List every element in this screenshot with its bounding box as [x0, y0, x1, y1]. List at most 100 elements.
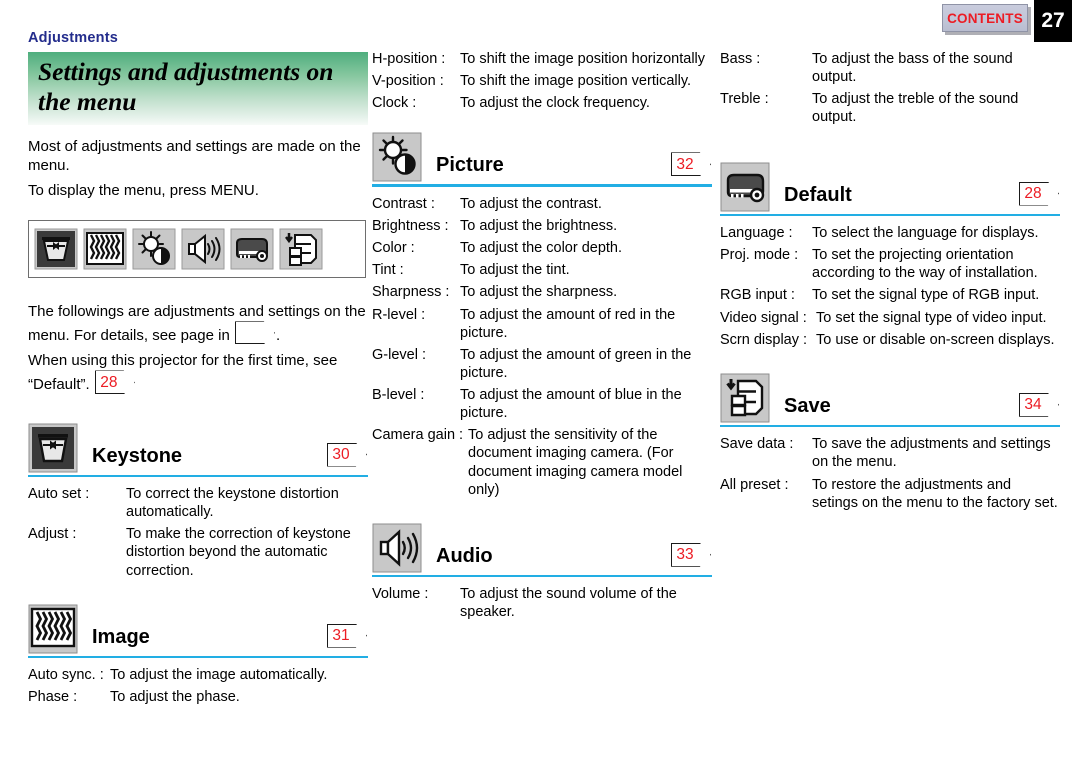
description: To adjust the image automatically. [110, 667, 328, 684]
section-title: Default [784, 183, 852, 206]
term: Color : [372, 240, 415, 257]
section-page-ref[interactable]: 28 [1018, 181, 1060, 212]
description: To adjust the sensitivity of the documen… [468, 427, 683, 498]
list-item: Language : To select the language for di… [720, 224, 1060, 242]
section-title: Keystone [92, 444, 183, 467]
description: To adjust the treble of the sound output… [812, 91, 1019, 126]
section-kicker: Adjustments [28, 30, 119, 46]
description: To set the projecting orientation accord… [812, 247, 1038, 282]
picture-brightness-icon[interactable] [132, 228, 176, 270]
list-item: R-level : To adjust the amount of red in… [372, 306, 712, 342]
term: Tint : [372, 262, 404, 279]
list-item: Proj. mode : To set the projecting orien… [720, 246, 1060, 282]
keystone-icon [28, 423, 78, 473]
document-page: CONTENTS 27 Adjustments Settings and adj… [0, 0, 1080, 764]
list-item: RGB input : To set the signal type of RG… [720, 286, 1060, 304]
section-page-ref[interactable]: 33 [670, 542, 712, 573]
section-audio: Audio 33 Volume : To adjust the sound vo… [372, 521, 712, 622]
continued-definition-list: Bass : To adjust the bass of the sound o… [720, 50, 1060, 127]
term: Clock : [372, 95, 417, 112]
intro2-line-2-text: When using this projector for the first … [28, 352, 338, 394]
page-title: Settings and adjustments on the menu [38, 57, 334, 116]
section-save: Save 34 Save data : To save the adjustme… [720, 371, 1060, 512]
term: V-position : [372, 73, 444, 90]
section-page-ref[interactable]: 34 [1018, 392, 1060, 423]
term: H-position : [372, 51, 446, 67]
definition-list: Volume : To adjust the sound volume of t… [372, 585, 712, 621]
section-title: Audio [436, 544, 493, 567]
term: All preset : [720, 476, 789, 493]
description: To adjust the tint. [460, 262, 570, 279]
intro2-line-1-period: . [275, 327, 281, 345]
list-item: Brightness : To adjust the brightness. [372, 217, 712, 235]
page-title-banner: Settings and adjustments on the menu [28, 52, 368, 125]
term: Video signal : [720, 309, 807, 326]
section-keystone: Keystone 30 Auto set : To correct the ke… [28, 421, 368, 580]
term: Save data : [720, 436, 794, 453]
list-item: Video signal : To set the signal type of… [720, 309, 1060, 327]
intro2-line-1: The followings are adjustments and setti… [28, 302, 368, 345]
description: To shift the image position horizontally [460, 51, 706, 67]
default-projector-icon [720, 162, 770, 212]
definition-list: Language : To select the language for di… [720, 224, 1060, 349]
description: To shift the image position vertically. [460, 73, 692, 90]
description: To adjust the amount of red in the pictu… [460, 306, 676, 341]
intro-text-2: The followings are adjustments and setti… [28, 302, 368, 395]
list-item: Treble : To adjust the treble of the sou… [720, 90, 1060, 126]
audio-speaker-icon[interactable] [181, 228, 225, 270]
intro2-line-1-text: The followings are adjustments and setti… [28, 303, 366, 345]
list-item: Clock : To adjust the clock frequency. [372, 94, 712, 112]
section-rule [28, 474, 368, 478]
term: Scrn display : [720, 331, 808, 348]
description: To set the signal type of RGB input. [812, 287, 1040, 304]
term: Treble : [720, 91, 769, 108]
save-stack-icon[interactable] [279, 228, 323, 270]
list-item: G-level : To adjust the amount of green … [372, 346, 712, 382]
description: To adjust the bass of the sound output. [812, 51, 1013, 86]
term: Auto set : [28, 486, 90, 503]
list-item: Auto set : To correct the keystone disto… [28, 485, 368, 521]
picture-brightness-icon [372, 132, 422, 182]
keystone-icon[interactable] [34, 228, 78, 270]
default-projector-icon[interactable] [230, 228, 274, 270]
description: To adjust the phase. [110, 689, 240, 706]
list-item: V-position : To shift the image position… [372, 72, 712, 90]
term: Contrast : [372, 195, 435, 212]
description: To adjust the amount of blue in the pict… [460, 387, 682, 422]
list-item: Auto sync. : To adjust the image automat… [28, 666, 368, 684]
definition-list: Auto set : To correct the keystone disto… [28, 485, 368, 580]
intro-line-1: Most of adjustments and settings are mad… [28, 137, 361, 174]
list-item: Camera gain : To adjust the sensitivity … [372, 426, 712, 499]
term: Camera gain : [372, 427, 464, 444]
page-ref-badge-28[interactable]: 28 [94, 370, 135, 395]
page-ref-badge-empty[interactable] [234, 321, 275, 345]
section-picture: Picture 32 Contrast : To adjust the cont… [372, 130, 712, 498]
section-page-ref[interactable]: 31 [326, 623, 368, 654]
term: Phase : [28, 689, 78, 706]
section-header: Audio 33 [372, 521, 712, 573]
term: R-level : [372, 306, 426, 323]
description: To adjust the sound volume of the speake… [460, 586, 677, 621]
image-pattern-icon[interactable] [83, 228, 127, 270]
intro-line-2: To display the menu, press MENU. [28, 182, 259, 200]
section-header: Image 31 [28, 602, 368, 654]
intro2-line-2: When using this projector for the first … [28, 351, 368, 395]
section-rule [720, 424, 1060, 428]
menu-icon-bar [28, 220, 366, 279]
section-default: Default 28 Language : To select the lang… [720, 160, 1060, 349]
section-page-ref[interactable]: 30 [326, 442, 368, 473]
term: Sharpness : [372, 284, 450, 301]
image-pattern-icon [28, 604, 78, 654]
definition-list: Save data : To save the adjustments and … [720, 435, 1060, 512]
section-title: Save [784, 394, 831, 417]
section-title: Image [92, 625, 150, 648]
list-item: Contrast : To adjust the contrast. [372, 195, 712, 213]
term: Adjust : [28, 526, 77, 543]
section-title: Picture [436, 154, 504, 177]
description: To adjust the brightness. [460, 218, 618, 234]
term: Proj. mode : [720, 247, 799, 264]
section-page-ref[interactable]: 32 [670, 152, 712, 182]
description: To adjust the clock frequency. [460, 95, 650, 112]
section-header: Default 28 [720, 160, 1060, 212]
list-item: Sharpness : To adjust the sharpness. [372, 283, 712, 301]
